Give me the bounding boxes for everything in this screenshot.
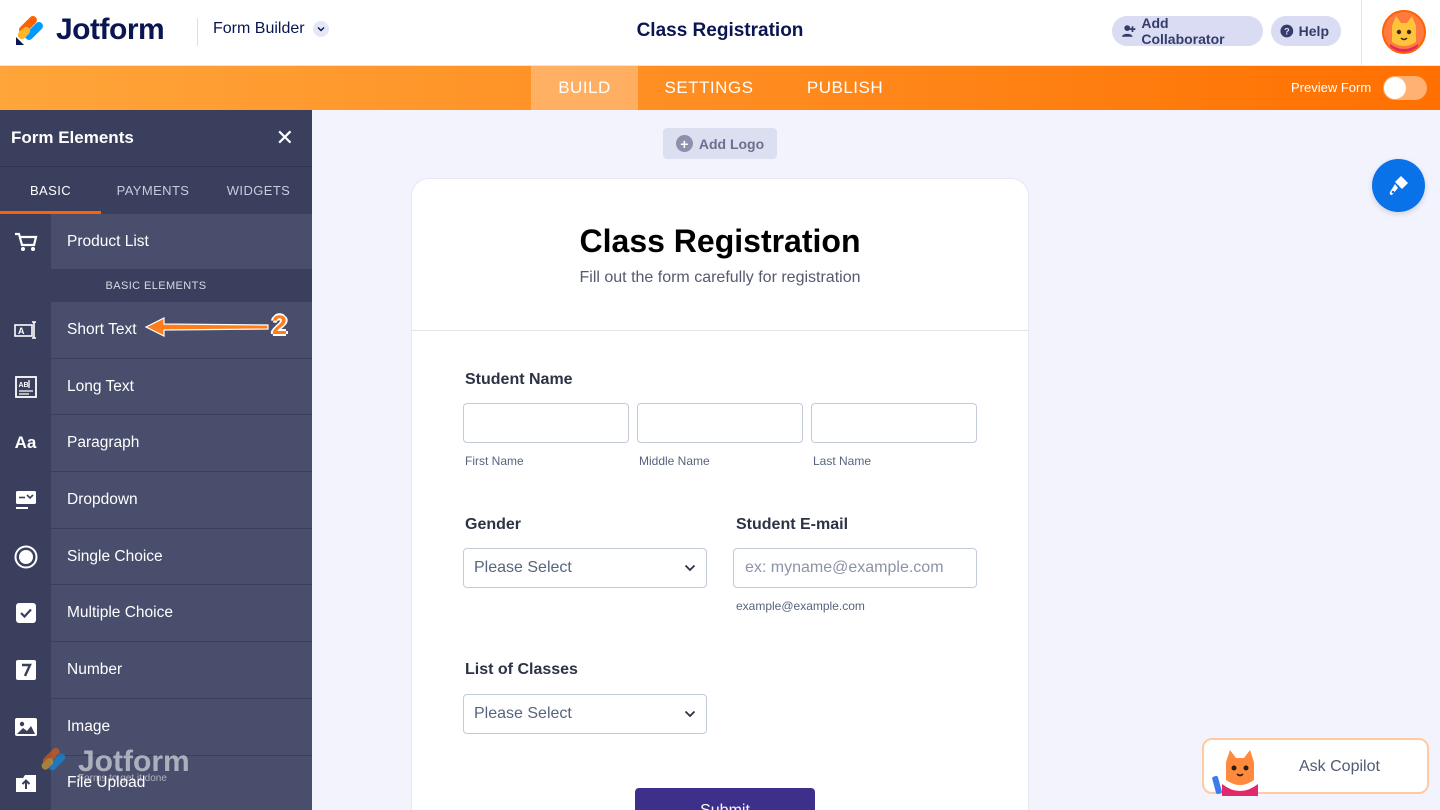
panel-header: Form Elements ✕ bbox=[0, 110, 312, 166]
element-label: Single Choice bbox=[67, 547, 163, 565]
submit-label: Submit bbox=[700, 802, 750, 810]
element-product-list[interactable]: Product List bbox=[0, 214, 312, 270]
first-name-sublabel: First Name bbox=[465, 454, 524, 468]
help-icon: ? bbox=[1280, 24, 1294, 38]
chevron-down-icon bbox=[684, 564, 696, 572]
last-name-sublabel: Last Name bbox=[813, 454, 872, 468]
toggle-knob bbox=[1384, 77, 1406, 99]
help-button[interactable]: ? Help bbox=[1271, 16, 1341, 46]
cart-icon bbox=[0, 214, 51, 269]
jotform-logo[interactable]: Jotform bbox=[14, 13, 165, 47]
element-label: Paragraph bbox=[67, 434, 140, 452]
add-collaborator-label: Add Collaborator bbox=[1141, 15, 1225, 47]
element-single-choice[interactable]: Single Choice bbox=[0, 528, 312, 586]
last-name-input[interactable] bbox=[811, 403, 977, 443]
tutorial-arrow-annotation: 2 bbox=[142, 310, 302, 347]
submit-button[interactable]: Submit bbox=[635, 788, 815, 810]
gender-label[interactable]: Gender bbox=[465, 516, 521, 534]
form-subheading[interactable]: Fill out the form carefully for registra… bbox=[412, 269, 1028, 287]
email-sublabel: example@example.com bbox=[736, 599, 865, 613]
chevron-down-icon bbox=[312, 21, 329, 37]
student-name-label[interactable]: Student Name bbox=[465, 371, 573, 389]
classes-select-value: Please Select bbox=[474, 705, 572, 722]
add-logo-button[interactable]: + Add Logo bbox=[663, 128, 777, 159]
element-paragraph[interactable]: Aa Paragraph bbox=[0, 415, 312, 473]
header-divider bbox=[197, 18, 198, 46]
first-name-input[interactable] bbox=[463, 403, 629, 443]
close-icon[interactable]: ✕ bbox=[276, 125, 294, 151]
header-form-title[interactable]: Class Registration bbox=[637, 20, 804, 41]
preview-form-toggle[interactable] bbox=[1383, 76, 1427, 100]
form-divider bbox=[412, 330, 1028, 331]
element-dropdown[interactable]: Dropdown bbox=[0, 472, 312, 529]
element-label: Number bbox=[67, 660, 123, 678]
jotform-logo-icon bbox=[16, 16, 43, 45]
tab-widgets[interactable]: WIDGETS bbox=[205, 167, 312, 214]
svg-text:?: ? bbox=[1284, 26, 1290, 36]
cat-avatar-icon bbox=[1384, 12, 1424, 52]
number-icon bbox=[0, 642, 51, 698]
panel-title: Form Elements bbox=[11, 128, 134, 147]
jotform-logo-icon bbox=[41, 747, 66, 771]
tab-build[interactable]: BUILD bbox=[531, 66, 638, 110]
form-builder-label: Form Builder bbox=[213, 20, 305, 37]
tab-basic[interactable]: BASIC bbox=[0, 167, 101, 214]
tab-settings[interactable]: SETTINGS bbox=[648, 66, 770, 110]
element-label: Long Text bbox=[67, 377, 134, 395]
panel-tabs: BASIC PAYMENTS WIDGETS bbox=[0, 166, 312, 214]
email-placeholder: ex: myname@example.com bbox=[745, 559, 944, 576]
short-text-icon: A bbox=[0, 302, 51, 358]
svg-text:AB: AB bbox=[18, 382, 28, 389]
top-header: Jotform Form Builder Class Registration … bbox=[0, 0, 1440, 66]
element-label: Short Text bbox=[67, 320, 137, 338]
copilot-cat-icon bbox=[1212, 750, 1258, 796]
paint-roller-icon bbox=[1389, 175, 1408, 195]
email-input[interactable]: ex: myname@example.com bbox=[733, 548, 977, 588]
builder-nav: BUILD SETTINGS PUBLISH bbox=[0, 66, 1440, 110]
preview-form-label: Preview Form bbox=[1291, 80, 1372, 95]
watermark-tagline: Forms to get it done bbox=[78, 773, 167, 784]
element-label: Product List bbox=[67, 232, 149, 250]
classes-label[interactable]: List of Classes bbox=[465, 661, 578, 679]
classes-select[interactable]: Please Select bbox=[463, 694, 707, 734]
long-text-icon: AB bbox=[0, 358, 51, 415]
element-label: Multiple Choice bbox=[67, 604, 173, 622]
element-multiple-choice[interactable]: Multiple Choice bbox=[0, 585, 312, 643]
form-heading[interactable]: Class Registration bbox=[412, 223, 1028, 260]
section-label: BASIC ELEMENTS bbox=[0, 270, 312, 302]
add-user-icon bbox=[1121, 25, 1136, 37]
gender-select-value: Please Select bbox=[474, 559, 572, 576]
tab-payments[interactable]: PAYMENTS bbox=[101, 167, 205, 214]
help-label: Help bbox=[1298, 23, 1329, 39]
multiple-choice-icon bbox=[0, 585, 51, 642]
add-logo-label: Add Logo bbox=[698, 135, 765, 152]
form-elements-panel: Form Elements ✕ BASIC PAYMENTS WIDGETS P… bbox=[0, 110, 312, 810]
avatar[interactable] bbox=[1382, 10, 1426, 54]
annotation-number: 2 bbox=[272, 310, 288, 340]
svg-text:A: A bbox=[18, 326, 25, 336]
element-number[interactable]: Number bbox=[0, 642, 312, 699]
single-choice-icon bbox=[0, 528, 51, 585]
middle-name-input[interactable] bbox=[637, 403, 803, 443]
form-designer-button[interactable] bbox=[1372, 159, 1425, 212]
element-label: Dropdown bbox=[67, 490, 138, 508]
middle-name-sublabel: Middle Name bbox=[639, 454, 710, 468]
gender-select[interactable]: Please Select bbox=[463, 548, 707, 588]
email-label[interactable]: Student E-mail bbox=[736, 516, 848, 534]
plus-icon: + bbox=[675, 135, 693, 152]
tab-publish[interactable]: PUBLISH bbox=[790, 66, 900, 110]
element-label: Image bbox=[67, 717, 111, 735]
add-collaborator-button[interactable]: Add Collaborator bbox=[1112, 15, 1263, 47]
ask-copilot-button[interactable]: Ask Copilot bbox=[1202, 738, 1429, 796]
element-long-text[interactable]: AB Long Text bbox=[0, 358, 312, 416]
brand-name: Jotform bbox=[56, 13, 165, 46]
ask-copilot-label: Ask Copilot bbox=[1299, 758, 1380, 775]
paragraph-icon: Aa bbox=[0, 415, 51, 472]
dropdown-icon bbox=[0, 472, 51, 528]
header-divider-right bbox=[1361, 0, 1362, 66]
chevron-down-icon bbox=[684, 710, 696, 718]
form-builder-dropdown[interactable]: Form Builder bbox=[213, 20, 329, 38]
